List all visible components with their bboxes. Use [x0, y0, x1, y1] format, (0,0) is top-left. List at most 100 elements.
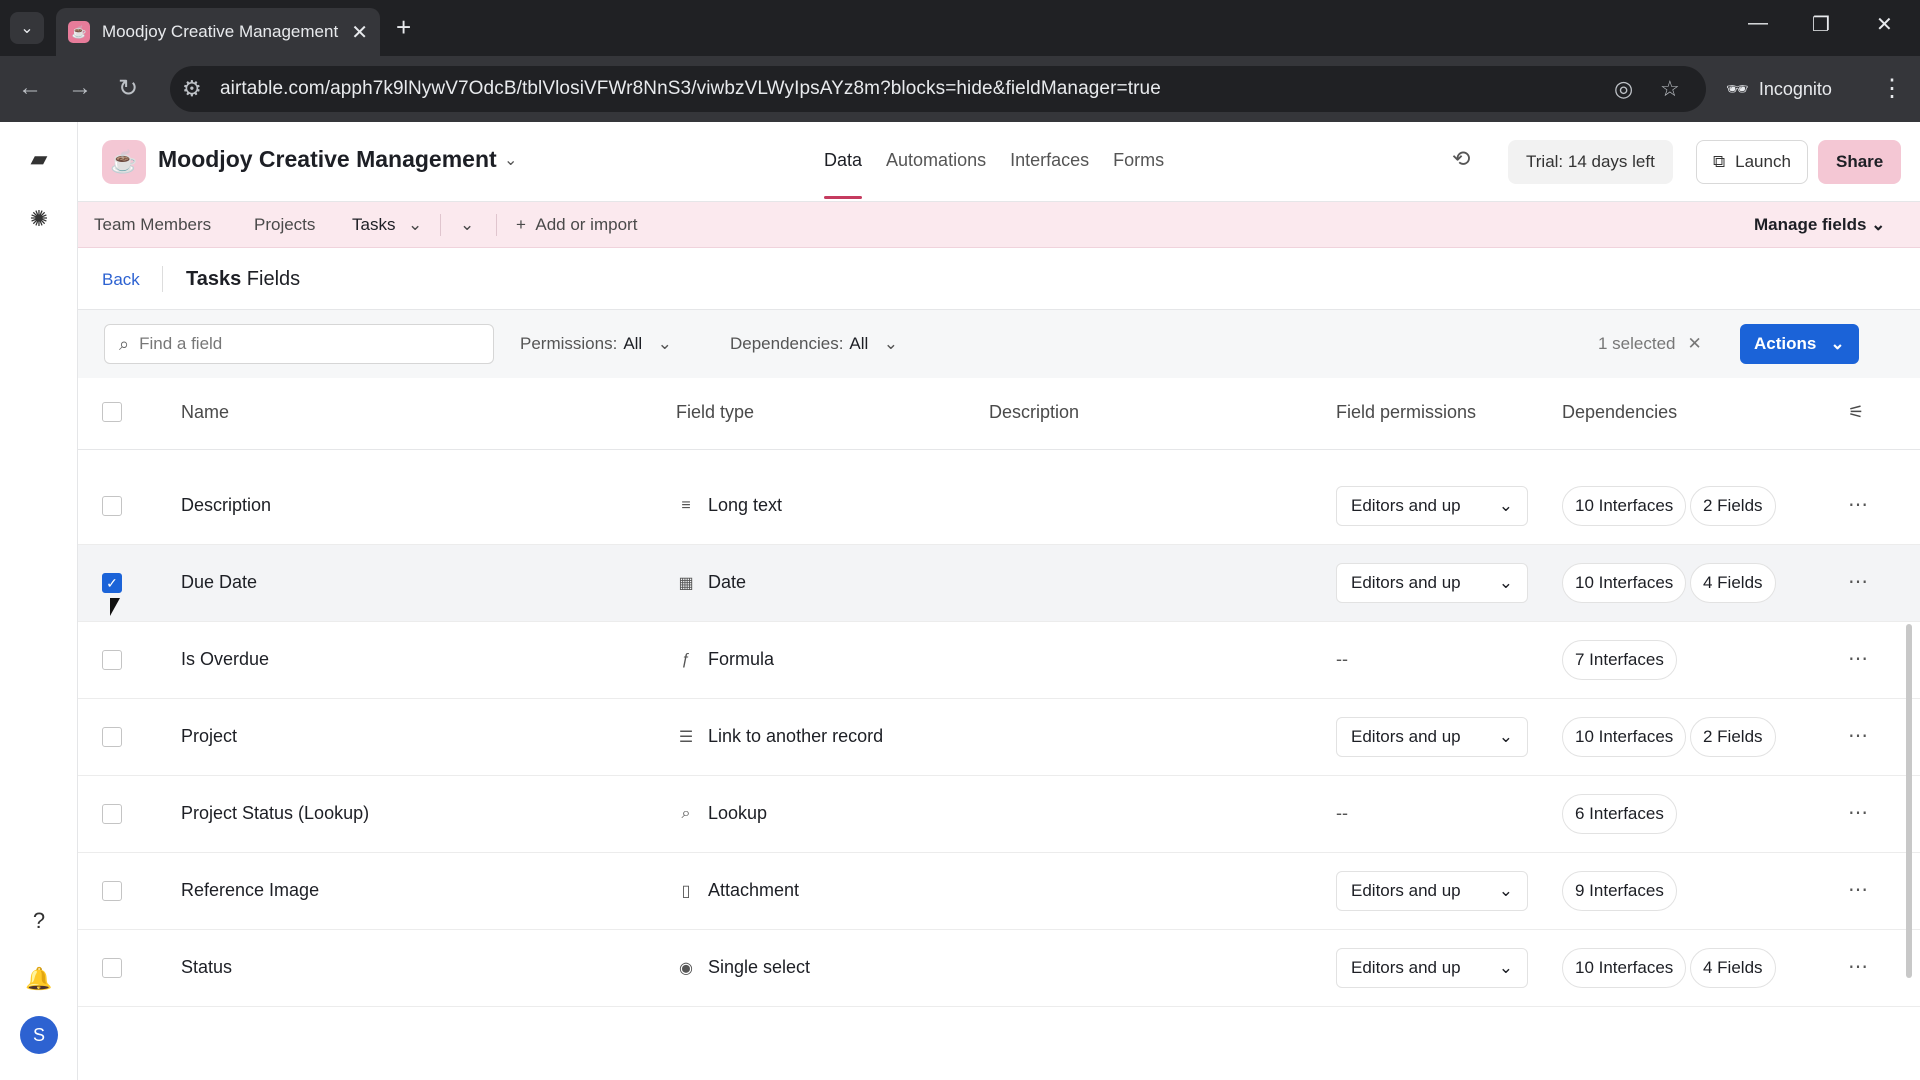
col-field-type[interactable]: Field type [676, 402, 754, 423]
table-row[interactable]: Description ≡ Long text Editors and up ⌄ 10 I… [78, 468, 1920, 545]
forward-arrow-icon[interactable]: → [68, 74, 92, 102]
more-options-icon[interactable]: ⋯ [1848, 800, 1868, 825]
permission-dropdown[interactable]: Editors and up ⌄ [1336, 948, 1528, 988]
share-button[interactable]: Share [1818, 140, 1902, 184]
table-row[interactable]: Reference Image ▯ Attachment Editors and up… [78, 853, 1920, 930]
back-arrow-icon[interactable]: ← [18, 74, 42, 102]
actions-button[interactable]: Actions ⌄ [1740, 324, 1859, 364]
minimize-icon[interactable]: — [1748, 12, 1768, 35]
user-avatar[interactable]: S [20, 1016, 58, 1054]
table-row[interactable]: Project ☰ Link to another record Editors an… [78, 699, 1920, 776]
restore-icon[interactable]: ❐ [1812, 12, 1830, 37]
airtable-logo-icon[interactable]: ▰ [20, 140, 58, 178]
more-options-icon[interactable]: ⋯ [1848, 646, 1868, 671]
incognito-indicator[interactable]: 🕶 Incognito [1726, 66, 1832, 112]
help-icon[interactable]: ? [20, 902, 58, 940]
row-checkbox[interactable]: ✓ [102, 573, 122, 593]
column-settings-icon[interactable]: ⚟ [1848, 402, 1864, 423]
back-link[interactable]: Back [102, 270, 140, 290]
table-tab-team-members[interactable]: Team Members [94, 215, 211, 235]
row-checkbox[interactable] [102, 804, 122, 824]
calendar-icon: ▦ [678, 574, 694, 592]
table-tab-projects[interactable]: Projects [254, 215, 315, 235]
add-or-import-button[interactable]: + Add or import [516, 215, 637, 235]
launch-button[interactable]: ⧉ Launch [1696, 140, 1808, 184]
dependency-pill[interactable]: 6 Interfaces [1562, 794, 1677, 834]
clear-selection-icon[interactable]: ✕ [1688, 334, 1702, 354]
dependency-pill[interactable]: 10 Interfaces [1562, 717, 1687, 757]
table-row[interactable]: Is Overdue ƒ Formula -- 7 Interfaces ⋯ [78, 622, 1920, 699]
permission-dropdown[interactable]: Editors and up ⌄ [1336, 563, 1528, 603]
close-window-icon[interactable]: ✕ [1876, 12, 1893, 37]
omni-spinner-icon[interactable]: ✺ [20, 200, 58, 238]
browser-menu-icon[interactable]: ⋮ [1880, 74, 1904, 103]
dependency-pill[interactable]: 10 Interfaces [1562, 563, 1687, 603]
dependency-pill[interactable]: 2 Fields [1690, 486, 1776, 526]
new-tab-button[interactable]: + [396, 12, 411, 43]
more-options-icon[interactable]: ⋯ [1848, 954, 1868, 979]
chevron-down-icon[interactable]: ⌄ [504, 150, 517, 170]
trial-badge[interactable]: Trial: 14 days left [1508, 140, 1673, 184]
base-icon[interactable]: ☕ [102, 140, 146, 184]
search-input[interactable] [139, 334, 460, 354]
dependency-pill[interactable]: 10 Interfaces [1562, 486, 1687, 526]
dependency-pill[interactable]: 9 Interfaces [1562, 871, 1677, 911]
dependency-pill[interactable]: 2 Fields [1690, 717, 1776, 757]
browser-tab[interactable]: ☕ Moodjoy Creative Management ✕ [56, 8, 380, 56]
omnibox[interactable]: airtable.com/apph7k9lNywV7OdcB/tblVlosiV… [170, 66, 1706, 112]
col-field-permissions[interactable]: Field permissions [1336, 402, 1476, 423]
col-name[interactable]: Name [181, 402, 229, 423]
bookmark-star-icon[interactable]: ☆ [1660, 76, 1680, 102]
col-dependencies[interactable]: Dependencies [1562, 402, 1677, 423]
more-options-icon[interactable]: ⋯ [1848, 492, 1868, 517]
dependencies-filter[interactable]: Dependencies: All ⌄ [730, 334, 898, 354]
row-checkbox[interactable] [102, 881, 122, 901]
manage-fields-dropdown[interactable]: Manage fields ⌄ [1754, 215, 1885, 235]
table-row[interactable]: Project Status (Lookup) ⌕ Lookup -- 6 Interf… [78, 776, 1920, 853]
field-name: Description [181, 495, 272, 515]
row-checkbox[interactable] [102, 650, 122, 670]
table-row[interactable]: Status ◉ Single select Editors and up ⌄ 10 In… [78, 930, 1920, 1007]
permission-dropdown[interactable]: Editors and up ⌄ [1336, 486, 1528, 526]
permission-dropdown[interactable]: Editors and up ⌄ [1336, 717, 1528, 757]
permission-label: Editors and up [1351, 573, 1461, 592]
nav-data[interactable]: Data [824, 150, 863, 199]
eye-off-icon[interactable]: ◎ [1614, 76, 1633, 102]
dependency-pill[interactable]: 10 Interfaces [1562, 948, 1687, 988]
base-name[interactable]: Moodjoy Creative Management [158, 146, 497, 173]
reload-icon[interactable]: ↻ [118, 74, 138, 103]
permission-none: -- [1336, 649, 1348, 669]
permissions-filter[interactable]: Permissions: All ⌄ [520, 334, 672, 354]
col-description[interactable]: Description [989, 402, 1079, 423]
dependency-pill[interactable]: 4 Fields [1690, 948, 1776, 988]
site-info-icon[interactable]: ⚙ [182, 76, 202, 102]
close-tab-icon[interactable]: ✕ [351, 20, 368, 45]
table-tab-tasks[interactable]: Tasks [352, 215, 395, 235]
dependency-pill[interactable]: 4 Fields [1690, 563, 1776, 603]
field-type: ☰ Link to another record [676, 726, 883, 747]
dependency-pill[interactable]: 7 Interfaces [1562, 640, 1677, 680]
nav-forms[interactable]: Forms [1113, 150, 1164, 171]
row-checkbox[interactable] [102, 496, 122, 516]
permission-dropdown[interactable]: Editors and up ⌄ [1336, 871, 1528, 911]
nav-automations[interactable]: Automations [886, 150, 986, 171]
more-tables-chevron-icon[interactable]: ⌄ [460, 215, 474, 235]
history-icon[interactable]: ⟲ [1452, 146, 1470, 172]
scrollbar[interactable] [1906, 624, 1912, 978]
more-options-icon[interactable]: ⋯ [1848, 877, 1868, 902]
tasks-chevron-icon[interactable]: ⌄ [408, 215, 422, 235]
notification-bell-icon[interactable]: 🔔 [20, 960, 58, 998]
table-row[interactable]: ✓ Due Date ▦ Date Editors and up ⌄ 10 Interfac… [78, 545, 1920, 622]
field-type-label: Date [708, 572, 747, 592]
nav-interfaces[interactable]: Interfaces [1010, 150, 1089, 171]
field-type: ƒ Formula [676, 649, 774, 670]
row-checkbox[interactable] [102, 958, 122, 978]
more-options-icon[interactable]: ⋯ [1848, 723, 1868, 748]
search-field[interactable]: ⌕ [104, 324, 494, 364]
row-checkbox[interactable] [102, 727, 122, 747]
tab-search-button[interactable]: ⌄ [10, 12, 44, 44]
select-all-checkbox[interactable] [102, 402, 122, 422]
field-name: Project Status (Lookup) [181, 803, 370, 823]
more-options-icon[interactable]: ⋯ [1848, 569, 1868, 594]
field-type-label: Long text [708, 495, 783, 515]
